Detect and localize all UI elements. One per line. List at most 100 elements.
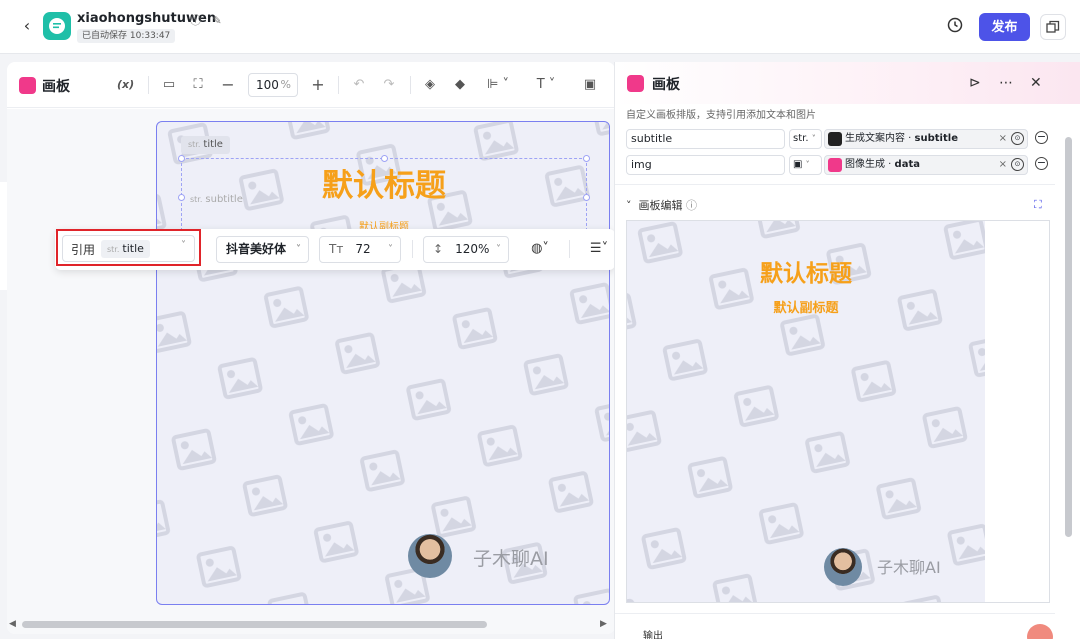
duplicate-icon[interactable] (1040, 14, 1066, 40)
board-logo-icon (19, 77, 36, 94)
output-section-title[interactable]: 输出 (643, 627, 663, 639)
variable-button[interactable]: (x) (117, 75, 134, 95)
param-type-select[interactable]: str. ˅ (789, 129, 822, 149)
preview-avatar-name: 子木聊AI (877, 558, 941, 577)
chevron-down-icon: ˅ (496, 244, 501, 255)
zoom-value: 100 (256, 78, 279, 92)
tag-prefix: str. (188, 140, 201, 149)
llm-node-icon (828, 132, 842, 146)
chevron-down-icon: ˅ (805, 160, 810, 169)
history-icon[interactable] (946, 16, 966, 36)
preview-avatar (824, 548, 862, 586)
divider (338, 76, 339, 94)
tag-prefix: str. (190, 195, 203, 204)
param-name-input[interactable]: subtitle (626, 129, 785, 149)
text-align-icon[interactable]: ☰˅ (585, 239, 613, 259)
panel-description: 自定义画板排版，支持引用添加文本和图片 (626, 110, 816, 121)
back-arrow-icon[interactable]: ‹ (18, 16, 36, 36)
board-config-panel: 画板 ⊳ ⋯ ✕ 自定义画板排版，支持引用添加文本和图片 subtitle st… (614, 62, 1080, 639)
line-height-select[interactable]: ↕ 120% ˅ (423, 236, 509, 263)
divider (615, 184, 1055, 185)
publish-button[interactable]: 发布 (979, 13, 1030, 41)
autosave-status: 已自动保存 10:33:47 (77, 29, 176, 43)
zoom-in-icon[interactable]: + (309, 75, 327, 95)
param-row: subtitle str. ˅ 生成文案内容 · subtitle × ⊙ − (626, 129, 1048, 149)
variable-select-icon[interactable]: ⊙ (1011, 158, 1024, 171)
text-format-toolbar: 引用 str. title ˅ 抖音美好体 ˅ Tт 72 ˅ ↕ 120% ˅ ◍˅… (55, 229, 615, 270)
divider (148, 76, 149, 94)
param-reference[interactable]: 图像生成 · data × ⊙ (824, 155, 1028, 175)
scroll-left-icon[interactable]: ◀ (9, 619, 16, 629)
info-icon[interactable]: ⓘ (686, 199, 697, 212)
chevron-down-icon: ˅ (296, 244, 301, 255)
canvas-workarea[interactable]: str. title 默认标题 str. subtitle 默认副标题 子木聊AI (7, 109, 615, 634)
param-name-input[interactable]: img (626, 155, 785, 175)
more-icon[interactable]: ⋯ (999, 75, 1013, 91)
close-icon[interactable]: ✕ (1030, 75, 1042, 91)
image-tool-icon[interactable]: ▣ (581, 75, 599, 95)
reference-highlight: 引用 str. title ˅ (56, 229, 201, 266)
font-family-select[interactable]: 抖音美好体 ˅ (216, 236, 309, 263)
avatar-name[interactable]: 子木聊AI (473, 544, 549, 571)
remove-param-icon[interactable]: − (1035, 131, 1048, 144)
divider (569, 240, 570, 258)
top-header: ‹ xiaohongshutuwen ⓘ ✎ 已自动保存 10:33:47 发布 (0, 0, 1080, 54)
section-title-label: 画板编辑 (638, 199, 683, 212)
vertical-scrollbar[interactable] (1065, 137, 1072, 537)
run-icon[interactable]: ⊳ (969, 75, 981, 91)
board-edit-section-title[interactable]: ˅ 画板编辑 ⓘ (626, 197, 697, 213)
ref-source: 图像生成 (845, 159, 885, 170)
font-size-icon: Tт (329, 242, 344, 256)
layers-icon[interactable]: ◆ (451, 75, 469, 95)
frame-icon[interactable]: ▭ (160, 75, 178, 95)
font-family-value: 抖音美好体 (226, 242, 287, 256)
zoom-unit: % (280, 78, 291, 91)
canvas-toolbar: 画板 (x) ▭ ⛶ − 100 % + ↶ ↷ ◈ ◆ ⊫ ˅ T ˅ ▣ (7, 62, 615, 108)
tag-label: subtitle (205, 194, 243, 205)
fullscreen-icon[interactable]: ⛶ (1034, 198, 1042, 212)
chevron-down-icon: ˅ (181, 240, 186, 251)
zoom-out-icon[interactable]: − (219, 75, 237, 95)
layer-up-icon[interactable]: ◈ (421, 75, 439, 95)
align-dropdown-icon[interactable]: ⊫ ˅ (481, 75, 515, 95)
canvas-panel-title: 画板 (42, 79, 70, 95)
remove-param-icon[interactable]: − (1035, 157, 1048, 170)
assistant-bubble-icon[interactable] (1027, 624, 1053, 639)
subtitle-var-tag: str. subtitle (190, 194, 243, 205)
undo-icon[interactable]: ↶ (350, 75, 368, 95)
font-size-value: 72 (355, 242, 371, 256)
clear-icon[interactable]: × (999, 130, 1007, 148)
font-size-select[interactable]: Tт 72 ˅ (319, 236, 401, 263)
line-height-icon: ↕ (433, 242, 444, 256)
board-logo-icon (627, 75, 644, 92)
param-row: img ▣ ˅ 图像生成 · data × ⊙ − (626, 155, 1048, 175)
horizontal-scrollbar[interactable] (22, 621, 487, 628)
param-type-select[interactable]: ▣ ˅ (789, 155, 822, 175)
divider (412, 240, 413, 258)
board-preview[interactable]: 默认标题 默认副标题 子木聊AI (626, 220, 1050, 603)
artboard[interactable]: str. title 默认标题 str. subtitle 默认副标题 子木聊AI (156, 121, 610, 605)
config-panel-title: 画板 (652, 77, 680, 93)
reference-select[interactable]: 引用 str. title ˅ (62, 235, 195, 262)
text-tool-icon[interactable]: T ˅ (531, 75, 561, 95)
clear-icon[interactable]: × (999, 156, 1007, 174)
variable-select-icon[interactable]: ⊙ (1011, 132, 1024, 145)
chip-label: title (122, 242, 144, 255)
color-palette-icon[interactable]: ◍˅ (525, 239, 555, 259)
ref-source: 生成文案内容 (845, 133, 905, 144)
redo-icon[interactable]: ↷ (380, 75, 398, 95)
config-panel-header: 画板 ⊳ ⋯ ✕ (615, 62, 1080, 104)
chevron-down-icon: ˅ (626, 199, 632, 212)
fit-screen-icon[interactable]: ⛶ (189, 75, 207, 95)
scroll-right-icon[interactable]: ▶ (600, 619, 607, 629)
app-logo (43, 12, 71, 40)
canvas-panel: 画板 (x) ▭ ⛶ − 100 % + ↶ ↷ ◈ ◆ ⊫ ˅ T ˅ ▣ s… (7, 62, 615, 634)
chip-prefix: str. (107, 245, 120, 254)
tag-label: title (203, 139, 223, 150)
app-info-icons[interactable]: ⓘ ✎ (190, 12, 226, 28)
reference-label: 引用 (71, 243, 96, 257)
param-reference[interactable]: 生成文案内容 · subtitle × ⊙ (824, 129, 1028, 149)
avatar[interactable] (408, 534, 452, 578)
ref-field: data (894, 159, 920, 170)
zoom-input[interactable]: 100 % (248, 73, 298, 97)
